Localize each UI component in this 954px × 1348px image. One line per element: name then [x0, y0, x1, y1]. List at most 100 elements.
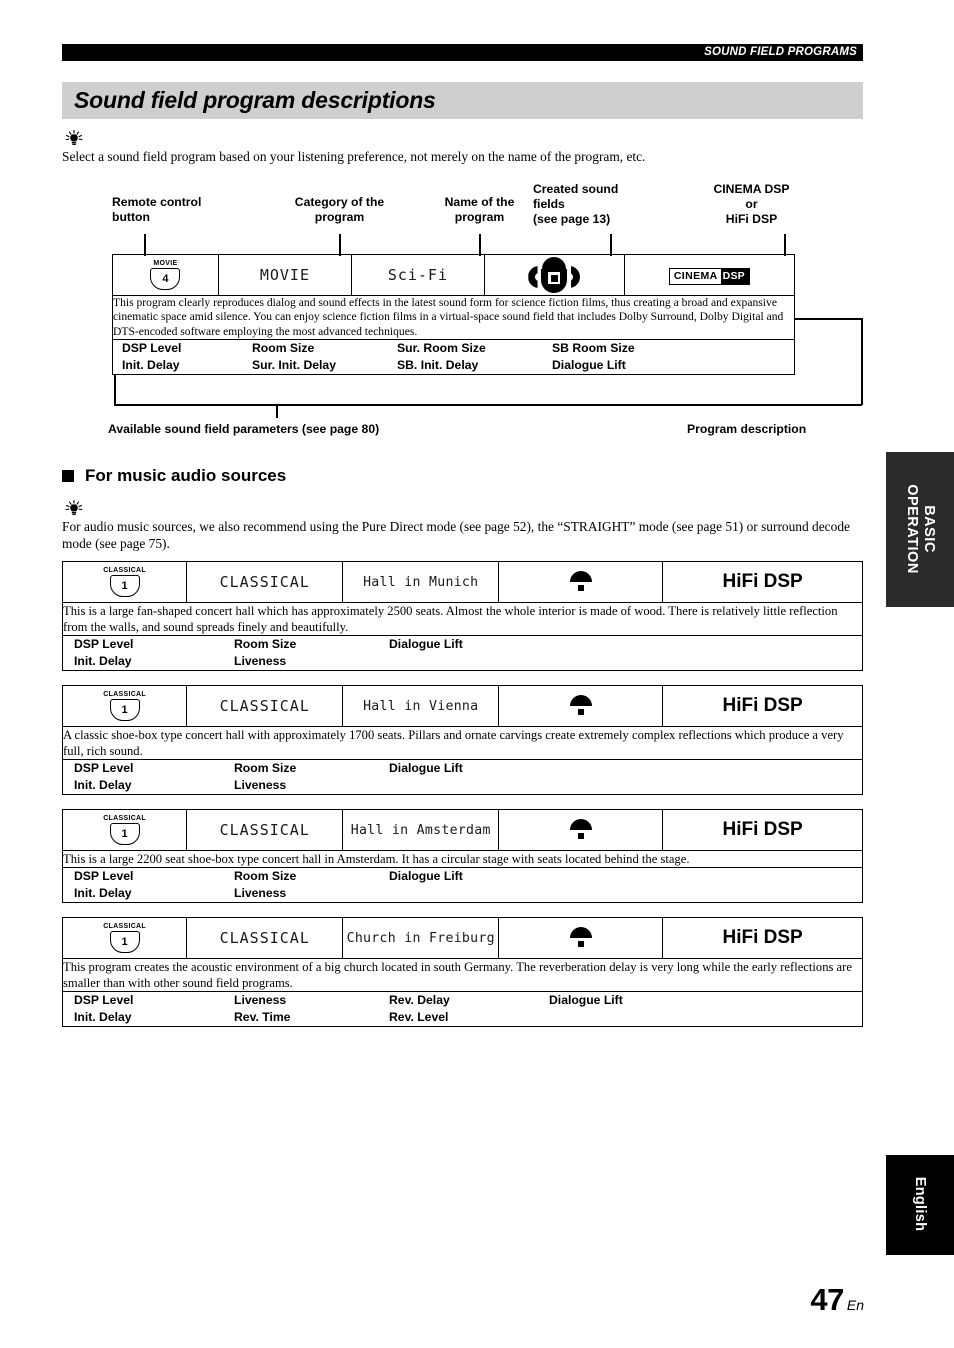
param-group: Liveness Rev. Time [234, 993, 291, 1024]
leader-line-3 [479, 234, 481, 256]
program-dsp-type-cell: HiFi DSP [662, 917, 863, 959]
program-parameters-cell: DSP Level Init. Delay Room Size Liveness… [62, 635, 863, 671]
param-group: Dialogue Lift [389, 761, 463, 775]
program-description: A classic shoe-box type concert hall wit… [62, 726, 863, 760]
program-sound-field-cell [498, 809, 664, 851]
program-table: CLASSICAL 1 CLASSICAL Hall in Munich HiF… [61, 561, 863, 671]
leader-line-1 [144, 234, 146, 256]
leader-parameters-vertical [114, 375, 116, 405]
remote-button-label: CLASSICAL [103, 691, 146, 698]
remote-button-label: CLASSICAL [103, 567, 146, 574]
param-group: DSP Level Init. Delay [74, 869, 134, 900]
section-heading: For music audio sources [62, 466, 286, 486]
square-bullet-icon [62, 470, 74, 482]
running-head-bar: SOUND FIELD PROGRAMS [62, 44, 863, 61]
running-head-text: SOUND FIELD PROGRAMS [704, 46, 857, 58]
table-row-parameters: DSP Level Init. Delay Liveness Rev. Time… [62, 991, 863, 1027]
side-tab-basic-operation[interactable]: BASIC OPERATION [886, 452, 954, 607]
leader-parameters-horizontal [114, 404, 862, 406]
program-description: This program creates the acoustic enviro… [62, 958, 863, 992]
param-group: Room Size Liveness [234, 869, 297, 900]
table-row-description: This is a large 2200 seat shoe-box type … [62, 850, 863, 868]
program-category: CLASSICAL [186, 561, 344, 603]
table-row-header: CLASSICAL 1 CLASSICAL Church in Freiburg… [61, 917, 863, 959]
program-table: CLASSICAL 1 CLASSICAL Church in Freiburg… [61, 917, 863, 1027]
program-name: Church in Freiburg [342, 917, 500, 959]
callout-category-of-program: Category of the program [294, 195, 385, 224]
param-group: Rev. Delay Rev. Level [389, 993, 450, 1024]
program-entry: CLASSICAL 1 CLASSICAL Hall in Munich HiF… [61, 561, 863, 671]
remote-button-label: CLASSICAL [103, 815, 146, 822]
program-dsp-type-cell: HiFi DSP [662, 561, 863, 603]
program-remote-button-cell: CLASSICAL 1 [61, 561, 188, 603]
remote-button-number: 1 [109, 931, 140, 953]
param-group: Dialogue Lift [549, 993, 623, 1007]
param-group: Dialogue Lift [389, 869, 463, 883]
page-footer: 47 En [810, 1282, 864, 1318]
page-title-band: Sound field program descriptions [62, 82, 863, 119]
hifi-dsp-sound-field-icon [564, 925, 598, 951]
callout-created-sound-fields: Created sound fields (see page 13) [533, 182, 619, 226]
side-tab-basic-operation-label: BASIC OPERATION [904, 484, 937, 574]
program-name: Hall in Amsterdam [342, 809, 500, 851]
leader-program-description-vertical [861, 318, 863, 405]
remote-control-button-icon[interactable]: CLASSICAL 1 [103, 567, 146, 597]
side-tab-english-label: English [912, 1176, 928, 1232]
remote-button-number: 1 [109, 823, 140, 845]
callout-remote-control-button: Remote control button [112, 195, 202, 224]
program-entry: CLASSICAL 1 CLASSICAL Hall in Amsterdam … [61, 809, 863, 903]
param-group: Room Size Liveness [234, 637, 297, 668]
page-number-suffix: En [846, 1297, 864, 1313]
page-number: 47 [810, 1282, 844, 1317]
remote-button-label: CLASSICAL [103, 923, 146, 930]
table-row-description: This is a large fan-shaped concert hall … [62, 602, 863, 636]
program-remote-button-cell: CLASSICAL 1 [61, 685, 188, 727]
program-parameters-cell: DSP Level Init. Delay Room Size Liveness… [62, 759, 863, 795]
remote-control-button-icon[interactable]: CLASSICAL 1 [103, 815, 146, 845]
program-parameters-grid: DSP Level Init. Delay Room Size Liveness… [63, 636, 862, 670]
table-row-header: CLASSICAL 1 CLASSICAL Hall in Vienna HiF… [61, 685, 863, 727]
program-entry: CLASSICAL 1 CLASSICAL Church in Freiburg… [61, 917, 863, 1027]
program-parameters-grid: DSP Level Init. Delay Liveness Rev. Time… [63, 992, 862, 1026]
table-row-header: CLASSICAL 1 CLASSICAL Hall in Munich HiF… [61, 561, 863, 603]
program-description: This is a large fan-shaped concert hall … [62, 602, 863, 636]
param-group: Dialogue Lift [389, 637, 463, 651]
label-available-parameters: Available sound field parameters (see pa… [108, 422, 380, 436]
example-callout-labels: Remote control button Category of the pr… [62, 182, 863, 256]
leader-line-5 [784, 234, 786, 256]
remote-button-number: 1 [109, 575, 140, 597]
remote-control-button-icon[interactable]: CLASSICAL 1 [103, 923, 146, 953]
table-row-parameters: DSP Level Init. Delay Room Size Liveness… [62, 635, 863, 671]
hifi-dsp-label: HiFi DSP [722, 695, 803, 716]
program-parameters-grid: DSP Level Init. Delay Room Size Liveness… [63, 868, 862, 902]
program-remote-button-cell: CLASSICAL 1 [61, 917, 188, 959]
table-row-description: This program creates the acoustic enviro… [62, 958, 863, 992]
remote-control-button-icon[interactable]: CLASSICAL 1 [103, 691, 146, 721]
program-sound-field-cell [498, 561, 664, 603]
leader-program-description-horizontal [795, 318, 863, 320]
program-dsp-type-cell: HiFi DSP [662, 685, 863, 727]
section-paragraph: For audio music sources, we also recomme… [62, 519, 850, 551]
program-sound-field-cell [498, 917, 664, 959]
program-list: CLASSICAL 1 CLASSICAL Hall in Munich HiF… [61, 561, 863, 1041]
intro-paragraph: Select a sound field program based on yo… [62, 149, 646, 164]
leader-line-4 [610, 234, 612, 256]
table-row-description: A classic shoe-box type concert hall wit… [62, 726, 863, 760]
side-tab-english[interactable]: English [886, 1155, 954, 1255]
tip-lightbulb-icon-intro [63, 130, 85, 146]
param-group: DSP Level Init. Delay [74, 761, 134, 792]
hifi-dsp-sound-field-icon [564, 817, 598, 843]
program-table: CLASSICAL 1 CLASSICAL Hall in Vienna HiF… [61, 685, 863, 795]
hifi-dsp-label: HiFi DSP [722, 571, 803, 592]
program-name: Hall in Vienna [342, 685, 500, 727]
program-name: Hall in Munich [342, 561, 500, 603]
example-bottom-leaders: Available sound field parameters (see pa… [62, 254, 863, 436]
label-program-description: Program description [687, 422, 807, 436]
table-row-parameters: DSP Level Init. Delay Room Size Liveness… [62, 759, 863, 795]
program-category: CLASSICAL [186, 809, 344, 851]
param-group: DSP Level Init. Delay [74, 637, 134, 668]
hifi-dsp-label: HiFi DSP [722, 819, 803, 840]
program-parameters-cell: DSP Level Init. Delay Room Size Liveness… [62, 867, 863, 903]
param-group: Room Size Liveness [234, 761, 297, 792]
program-parameters-cell: DSP Level Init. Delay Liveness Rev. Time… [62, 991, 863, 1027]
